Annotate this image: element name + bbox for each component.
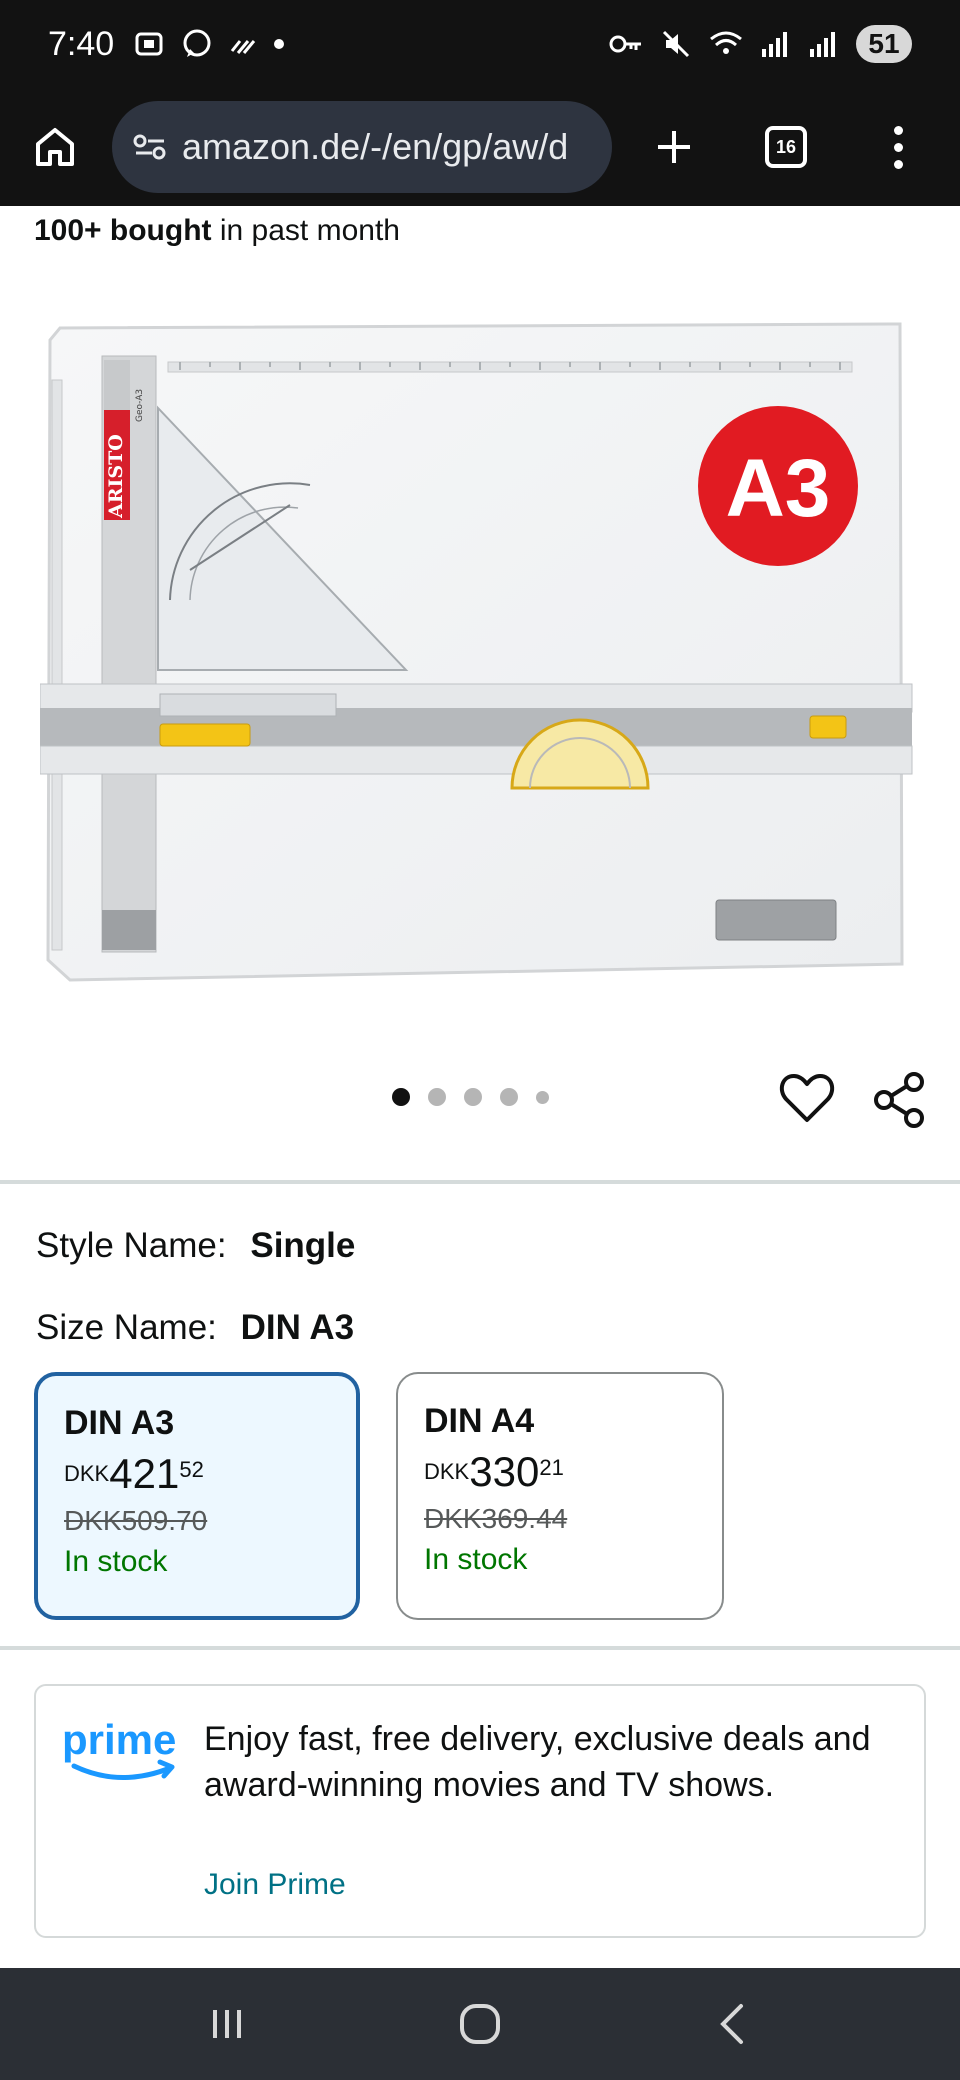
style-value: Single (250, 1226, 356, 1265)
brand-label: ARISTO (105, 434, 127, 519)
site-settings-icon[interactable] (132, 132, 168, 162)
section-divider (0, 1180, 960, 1184)
section-divider (0, 1646, 960, 1650)
option-price: DKK 421 52 (64, 1450, 204, 1497)
wifi-icon (710, 31, 742, 54)
address-bar[interactable]: amazon.de/-/en/gp/aw/d (112, 101, 612, 193)
cell-signal-roaming-icon (810, 32, 835, 57)
option-title: DIN A4 (424, 1402, 535, 1440)
join-prime-link[interactable]: Join Prime (204, 1868, 346, 1902)
cell-signal-icon (762, 32, 787, 57)
svg-text:prime: prime (62, 1716, 176, 1763)
carousel-dot[interactable] (464, 1088, 482, 1106)
carousel-dot[interactable] (428, 1088, 446, 1106)
share-icon[interactable] (872, 1072, 926, 1128)
carousel-dot[interactable] (392, 1088, 410, 1106)
home-icon (36, 128, 74, 166)
home-circle-icon (459, 2004, 500, 2044)
option-price: DKK 330 21 (424, 1448, 564, 1495)
tab-switcher-button[interactable]: 16 (736, 88, 836, 206)
recents-icon (212, 2010, 241, 2038)
more-vertical-icon (893, 125, 903, 169)
prime-promo-card: prime Enjoy fast, free delivery, exclusi… (34, 1684, 926, 1938)
carousel-dot[interactable] (536, 1090, 549, 1104)
option-stock-status: In stock (64, 1545, 168, 1578)
screenshot-icon (135, 32, 163, 56)
battery-indicator: 51 (856, 25, 912, 63)
plus-icon (658, 131, 690, 163)
url-text[interactable]: amazon.de/-/en/gp/aw/d (182, 126, 568, 168)
image-carousel-indicator[interactable] (392, 1088, 549, 1106)
svg-text:Geo-A3: Geo-A3 (135, 389, 145, 422)
key-icon (609, 35, 641, 53)
back-chevron-icon (720, 2004, 744, 2044)
signal-lines-icon (231, 40, 256, 54)
system-navigation-bar (0, 1968, 960, 2080)
wishlist-heart-icon[interactable] (778, 1070, 836, 1128)
clock: 7:40 (48, 24, 115, 63)
product-image[interactable]: ARISTO Geo-A3 A3 (40, 300, 920, 990)
mute-icon (662, 30, 690, 58)
home-nav-button[interactable] (440, 1984, 520, 2064)
home-button[interactable] (0, 88, 110, 206)
style-selector-label: Style Name: Single (36, 1226, 356, 1265)
dot-icon (274, 39, 285, 49)
option-title: DIN A3 (64, 1404, 175, 1442)
size-selector-label: Size Name: DIN A3 (36, 1308, 355, 1347)
browser-toolbar: amazon.de/-/en/gp/aw/d 16 (0, 88, 960, 206)
more-menu-button[interactable] (836, 88, 960, 206)
status-bar: 7:40 51 (0, 0, 960, 88)
size-value: DIN A3 (240, 1308, 355, 1347)
prime-message: Enjoy fast, free delivery, exclusive dea… (204, 1720, 871, 1804)
size-option-din-a3[interactable]: DIN A3 DKK 421 52 DKK509.70 In stock (34, 1372, 360, 1620)
option-stock-status: In stock (424, 1543, 528, 1576)
recents-button[interactable] (187, 1984, 267, 2064)
option-list-price: DKK509.70 (64, 1505, 208, 1536)
whatsapp-icon (183, 29, 211, 57)
size-option-din-a4[interactable]: DIN A4 DKK 330 21 DKK369.44 In stock (396, 1372, 724, 1620)
tab-count: 16 (765, 126, 807, 168)
carousel-dot[interactable] (500, 1088, 518, 1106)
option-list-price: DKK369.44 (424, 1503, 568, 1534)
a3-badge: A3 (726, 443, 831, 534)
new-tab-button[interactable] (612, 88, 736, 206)
back-button[interactable] (693, 1984, 773, 2064)
bought-count: 100+ bought in past month (34, 214, 400, 247)
prime-logo: prime (62, 1716, 176, 1781)
